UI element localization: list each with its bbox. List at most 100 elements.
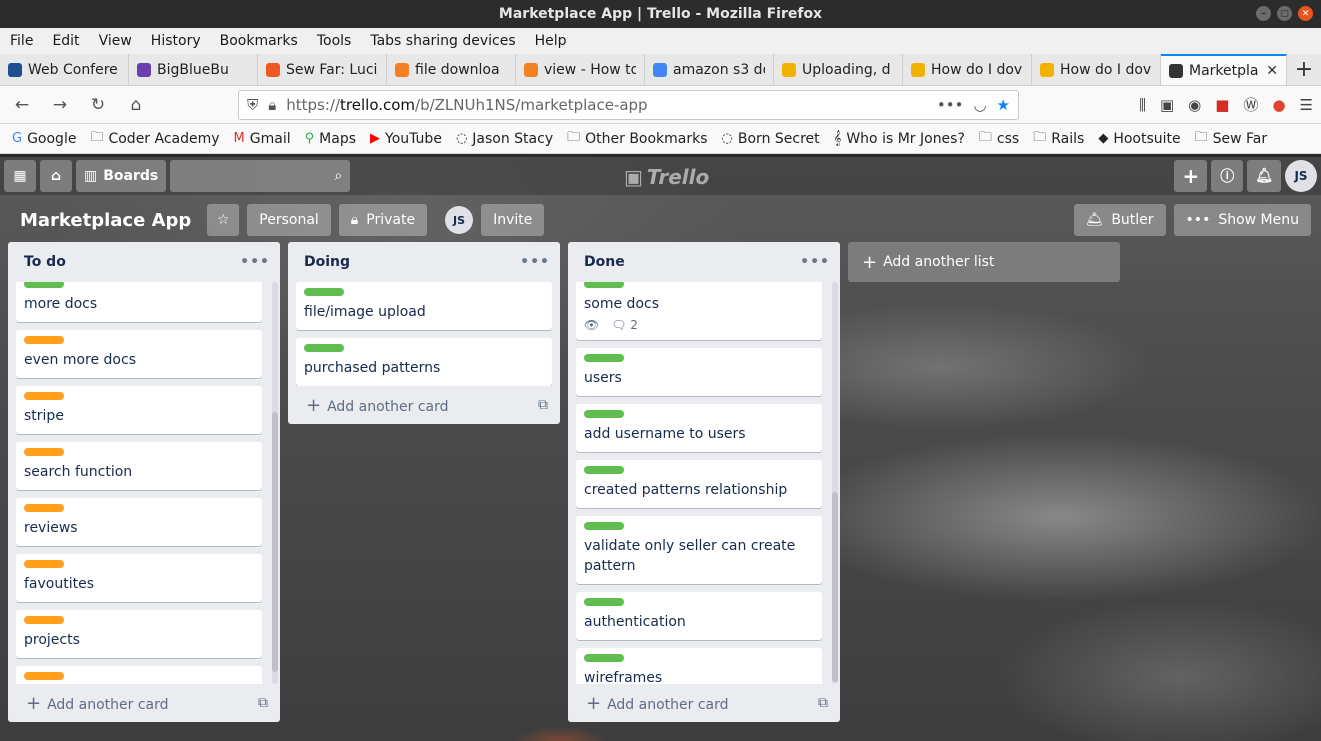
boards-button[interactable]: ▥ Boards <box>76 160 167 192</box>
card[interactable]: projects <box>16 610 262 658</box>
card-label[interactable] <box>24 336 64 344</box>
card[interactable]: even more docs <box>16 330 262 378</box>
bookmark-item[interactable]: ◌ Born Secret <box>722 131 820 147</box>
card[interactable]: users <box>576 348 822 396</box>
board-title[interactable]: Marketplace App <box>20 210 191 231</box>
menu-view[interactable]: View <box>99 33 142 49</box>
browser-tab[interactable]: Uploading, d <box>774 54 903 85</box>
card-template-icon[interactable]: ⧉ <box>818 695 828 711</box>
forward-icon[interactable]: → <box>46 91 74 119</box>
star-board-icon[interactable]: ☆ <box>207 204 240 236</box>
account-icon[interactable]: ◉ <box>1188 96 1201 114</box>
library-icon[interactable]: ⫼ <box>1139 96 1146 114</box>
minimize-icon[interactable]: – <box>1256 6 1271 21</box>
add-card-button[interactable]: + Add another card <box>306 395 449 416</box>
search-input[interactable]: ⌕ <box>170 160 351 192</box>
butler-button[interactable]: 🛎︎ Butler <box>1073 204 1166 236</box>
menu-tabs-sharing[interactable]: Tabs sharing devices <box>370 33 525 49</box>
browser-tab[interactable]: file downloa <box>387 54 516 85</box>
browser-tab[interactable]: How do I dov <box>1032 54 1161 85</box>
card-label[interactable] <box>24 560 64 568</box>
board-member-avatar[interactable]: JS <box>445 206 474 234</box>
menu-edit[interactable]: Edit <box>52 33 89 49</box>
home-icon[interactable]: ⌂ <box>122 91 150 119</box>
list-scrollbar[interactable] <box>832 282 838 684</box>
url-bar[interactable]: ⛨ 🔒︎ https://trello.com/b/ZLNUh1NS/marke… <box>238 89 1019 120</box>
bookmark-item[interactable]: M Gmail <box>234 131 291 147</box>
card[interactable]: wireframes <box>576 648 822 684</box>
menu-bookmarks[interactable]: Bookmarks <box>220 33 308 49</box>
card-label[interactable] <box>24 448 64 456</box>
tab-close-icon[interactable]: ✕ <box>1266 63 1278 79</box>
create-button[interactable]: + <box>1174 160 1208 192</box>
user-avatar[interactable]: JS <box>1285 160 1317 192</box>
card-label[interactable] <box>24 672 64 680</box>
bookmark-item[interactable]: ⚲ Maps <box>305 131 356 147</box>
hamburger-menu-icon[interactable]: ☰ <box>1300 96 1313 114</box>
list-scrollbar-thumb[interactable] <box>832 492 838 682</box>
visibility-button[interactable]: 🔒︎ Private <box>338 204 428 236</box>
trello-logo[interactable]: ▣ Trello <box>624 165 709 189</box>
card[interactable]: stripe <box>16 386 262 434</box>
card-label[interactable] <box>584 410 624 418</box>
card-label[interactable] <box>24 282 64 288</box>
browser-tab[interactable]: BigBlueBu <box>129 54 258 85</box>
browser-tab[interactable]: Web Confere <box>0 54 129 85</box>
bookmark-item[interactable]: ◌ Jason Stacy <box>456 131 553 147</box>
card-label[interactable] <box>584 466 624 474</box>
list-title[interactable]: Doing <box>304 254 350 270</box>
browser-tab[interactable]: Marketpla ✕ <box>1161 54 1287 85</box>
browser-tab[interactable]: view - How to <box>516 54 645 85</box>
menu-history[interactable]: History <box>151 33 211 49</box>
card-label[interactable] <box>584 282 624 288</box>
browser-tab[interactable]: Sew Far: Luci <box>258 54 387 85</box>
bookmark-star-icon[interactable]: ★ <box>997 96 1010 114</box>
list-scrollbar-thumb[interactable] <box>272 412 278 672</box>
menu-help[interactable]: Help <box>535 33 577 49</box>
extension-lastpass-icon[interactable]: ■ <box>1215 96 1229 114</box>
card-label[interactable] <box>584 354 624 362</box>
add-card-button[interactable]: + Add another card <box>26 693 169 714</box>
browser-tab[interactable]: amazon s3 do <box>645 54 774 85</box>
lock-icon[interactable]: 🔒︎ <box>268 96 276 114</box>
extension-color-icon[interactable]: ● <box>1272 96 1285 114</box>
info-icon[interactable]: ⓘ <box>1211 160 1244 192</box>
card-label[interactable] <box>24 616 64 624</box>
card-label[interactable] <box>24 392 64 400</box>
bookmark-item[interactable]: 🗀 Rails <box>1033 128 1084 150</box>
card[interactable]: more docs <box>16 282 262 322</box>
add-list-button[interactable]: + Add another list <box>848 242 1120 282</box>
back-icon[interactable]: ← <box>8 91 36 119</box>
notifications-bell-icon[interactable]: 🔔︎ <box>1247 160 1281 192</box>
close-icon[interactable]: ✕ <box>1298 6 1313 21</box>
card-label[interactable] <box>584 522 624 530</box>
card[interactable]: validate image size on upload <box>16 666 262 684</box>
list-scrollbar[interactable] <box>272 282 278 684</box>
card-template-icon[interactable]: ⧉ <box>538 397 548 413</box>
menu-file[interactable]: File <box>10 33 43 49</box>
bookmark-item[interactable]: ◆ Hootsuite <box>1098 131 1180 147</box>
invite-button[interactable]: Invite <box>481 204 545 236</box>
card-label[interactable] <box>584 654 624 662</box>
maximize-icon[interactable]: □ <box>1277 6 1292 21</box>
add-card-button[interactable]: + Add another card <box>586 693 729 714</box>
extension-w-icon[interactable]: Ⓦ <box>1243 94 1258 115</box>
list-title[interactable]: To do <box>24 254 66 270</box>
card[interactable]: validate only seller can create pattern <box>576 516 822 584</box>
list-title[interactable]: Done <box>584 254 625 270</box>
bookmark-item[interactable]: 🗀 Sew Far <box>1195 128 1268 150</box>
pocket-icon[interactable]: ◡ <box>973 96 986 114</box>
team-button[interactable]: Personal <box>247 204 331 236</box>
browser-tab[interactable]: How do I dov <box>903 54 1032 85</box>
card[interactable]: purchased patterns <box>296 338 552 386</box>
bookmark-item[interactable]: 🗀 css <box>979 128 1019 150</box>
bookmark-item[interactable]: 🗀 Coder Academy <box>90 128 219 150</box>
card-label[interactable] <box>24 504 64 512</box>
home-button[interactable]: ⌂ <box>40 160 72 192</box>
card[interactable]: add username to users <box>576 404 822 452</box>
card[interactable]: created patterns relationship <box>576 460 822 508</box>
card-label[interactable] <box>304 288 344 296</box>
bookmark-item[interactable]: G Google <box>12 131 76 147</box>
card-label[interactable] <box>304 344 344 352</box>
bookmark-item[interactable]: ▶ YouTube <box>370 131 442 147</box>
